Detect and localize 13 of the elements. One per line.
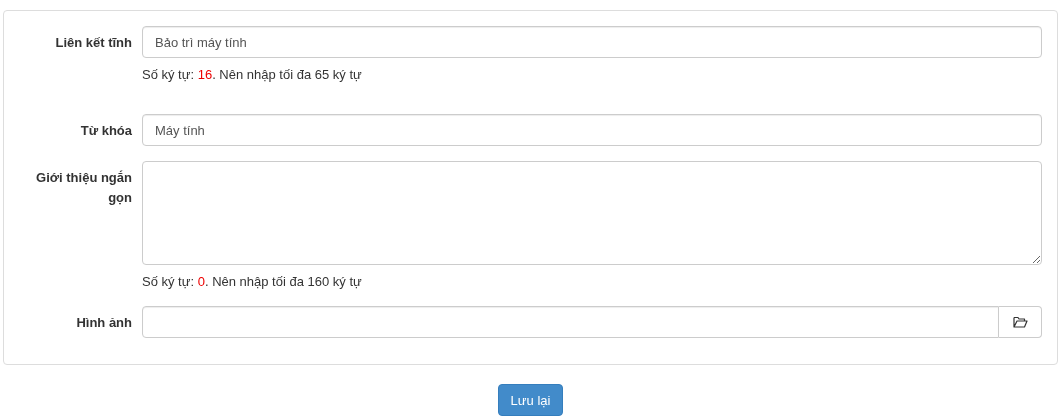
field-label: Liên kết tĩnh xyxy=(54,34,133,52)
character-count-hint: Số ký tự: 0. Nên nhập tối đa 160 ký tự xyxy=(142,273,363,291)
field-label: Từ khóa xyxy=(79,122,133,140)
text-field[interactable]: Máy tính xyxy=(142,114,1042,146)
save-button[interactable]: Lưu lại xyxy=(497,384,564,416)
browse-button[interactable] xyxy=(999,306,1042,338)
character-count-hint: Số ký tự: 16. Nên nhập tối đa 65 ký tự xyxy=(142,66,363,84)
field-label: Hình ảnh xyxy=(75,314,133,332)
field-label: Giới thiệu ngắn gọn xyxy=(35,169,133,207)
file-field[interactable] xyxy=(142,306,999,338)
text-area[interactable] xyxy=(142,161,1042,265)
text-field[interactable]: Bảo trì máy tính xyxy=(142,26,1042,58)
folder-icon xyxy=(1012,316,1028,328)
